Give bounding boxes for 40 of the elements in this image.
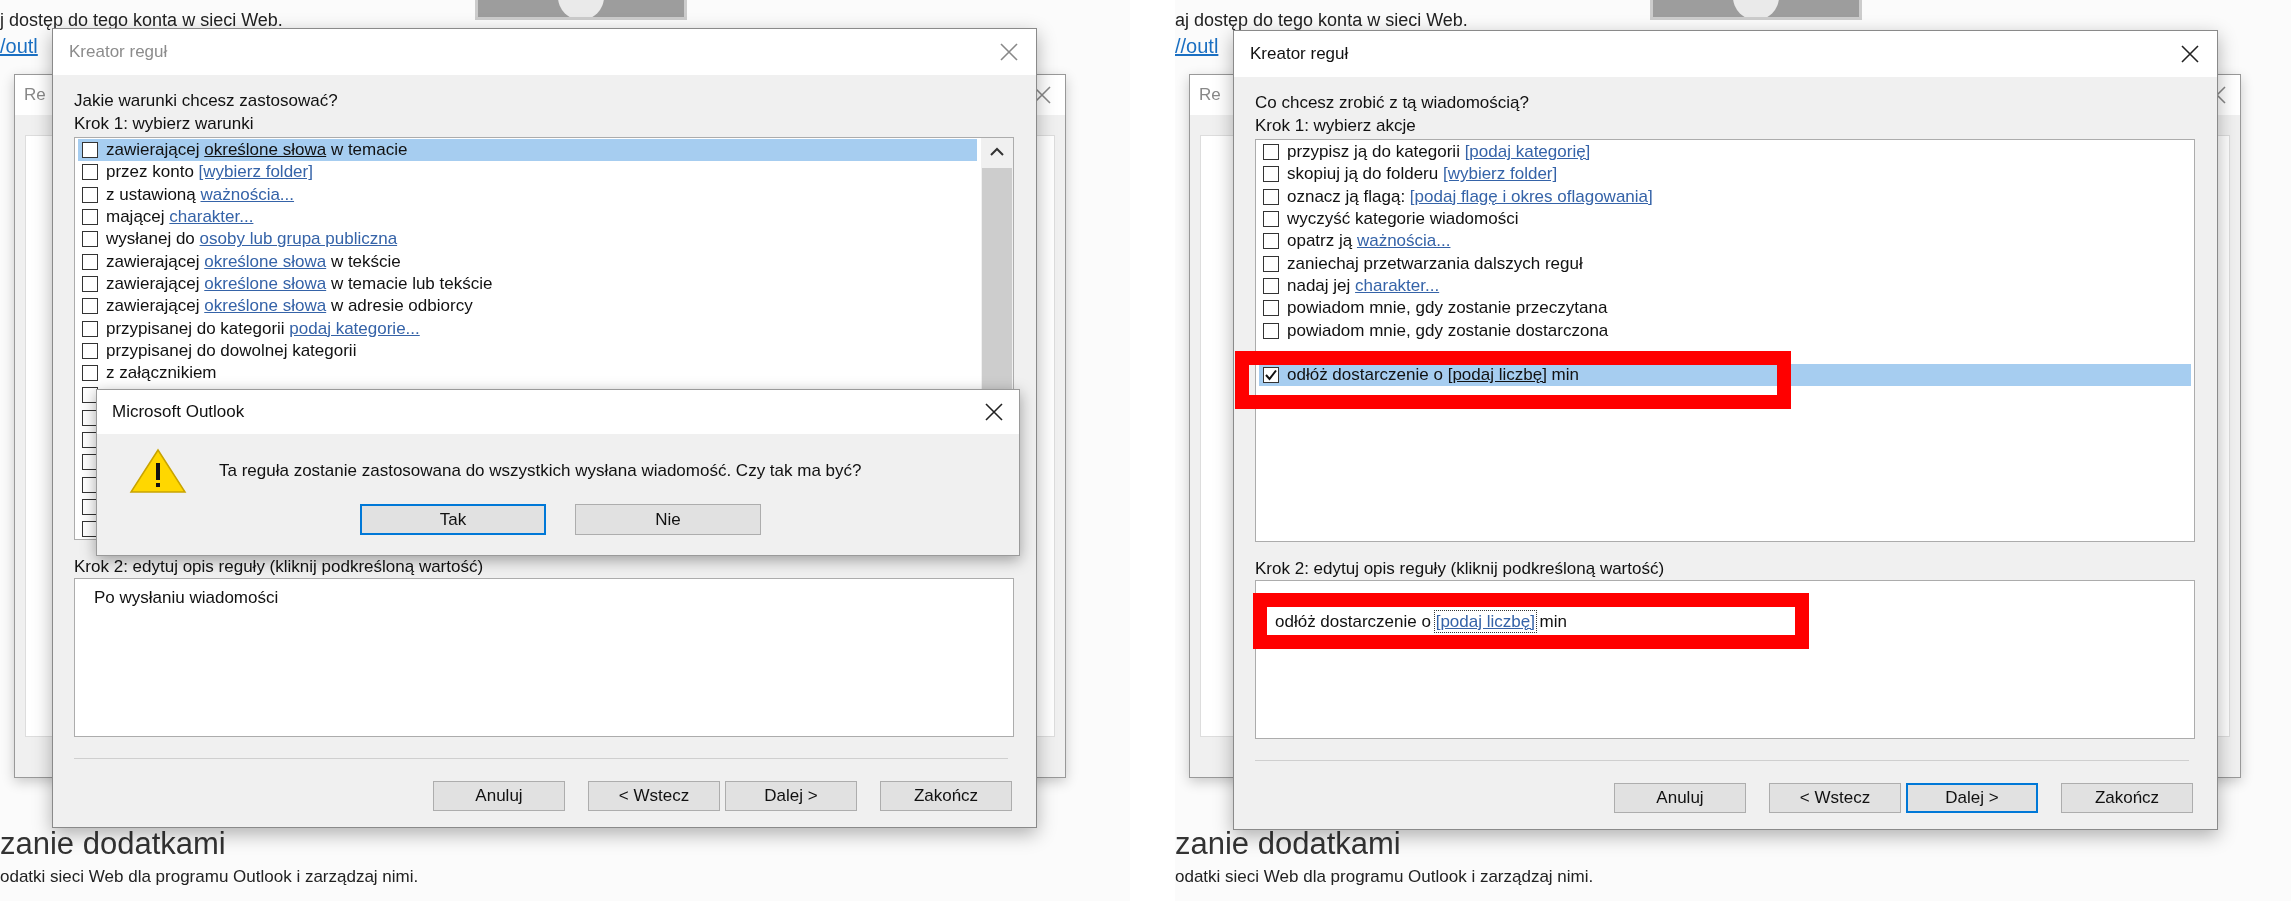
item-label: zawierającej określone słowa w tekście	[106, 251, 401, 272]
item-label: zawierającej określone słowa w adresie odbiorcy	[106, 296, 473, 317]
page-text: aj dostęp do tego konta w sieci Web.	[1175, 10, 1468, 31]
message-text: Ta reguła zostanie zastosowana do wszystkich wysłana wiadomość. Czy tak ma być?	[219, 461, 862, 481]
item-label: powiadom mnie, gdy zostanie przeczytana	[1287, 298, 1608, 319]
item-label: zawierającej określone słowa w temacie	[106, 140, 408, 161]
item-label: mającej charakter...	[106, 207, 254, 228]
dialog-title: Re	[24, 85, 46, 105]
page-text: odatki sieci Web dla programu Outlook i zarządzaj nimi.	[1175, 867, 1594, 887]
item-label: odłóż dostarczenie o [podaj liczbę] min	[1287, 365, 1579, 386]
item-label: z załącznikiem	[106, 363, 217, 384]
dialog-title: Kreator reguł	[69, 42, 168, 62]
item-label: przypisanej do dowolnej kategorii	[106, 340, 357, 361]
item-label: nadaj jej charakter...	[1287, 275, 1440, 296]
dialog-title: Microsoft Outlook	[112, 402, 245, 422]
item-label: skopiuj ją do folderu [wybierz folder]	[1287, 164, 1558, 185]
step-label: Krok 2: edytuj opis reguły (kliknij podkreśloną wartość)	[1255, 558, 1666, 580]
page-text: odatki sieci Web dla programu Outlook i zarządzaj nimi.	[0, 867, 419, 887]
step-label: Krok 1: wybierz akcje	[1255, 115, 1417, 137]
question-label: Co chcesz zrobić z tą wiadomością?	[1255, 92, 1530, 114]
item-label: powiadom mnie, gdy zostanie dostarczona	[1287, 320, 1609, 341]
item-label: wyczyść kategorie wiadomości	[1287, 209, 1519, 230]
item-label: przypisz ją do kategorii [podaj kategorię]	[1287, 142, 1591, 163]
item-label: opatrz ją ważnościa...	[1287, 231, 1451, 252]
rule-description-line: Po wysłaniu wiadomości	[94, 588, 279, 607]
item-label: oznacz ją flagą: [podaj flagę i okres oflagowania]	[1287, 186, 1653, 207]
section-heading: zanie dodatkami	[0, 827, 226, 861]
question-label: Jakie warunki chcesz zastosować?	[74, 90, 339, 112]
rule-description-line: odłóż dostarczenie o [podaj liczbę] min	[1275, 612, 1567, 631]
step-label: Krok 1: wybierz warunki	[74, 113, 255, 135]
step-label: Krok 2: edytuj opis reguły (kliknij podkreśloną wartość)	[74, 556, 485, 578]
item-label: z ustawioną ważnościa...	[106, 184, 295, 205]
item-label: przez konto [wybierz folder]	[106, 162, 313, 183]
dialog-title: Kreator reguł	[1250, 44, 1349, 64]
item-label: zawierającej określone słowa w temacie lub tekście	[106, 273, 493, 294]
dialog-title: Re	[1199, 85, 1221, 105]
section-heading: zanie dodatkami	[1175, 827, 1401, 861]
item-label: wysłanej do osoby lub grupa publiczna	[106, 229, 398, 250]
item-label: przypisanej do kategorii podaj kategorie...	[106, 318, 420, 339]
item-label: zaniechaj przetwarzania dalszych reguł	[1287, 253, 1583, 274]
